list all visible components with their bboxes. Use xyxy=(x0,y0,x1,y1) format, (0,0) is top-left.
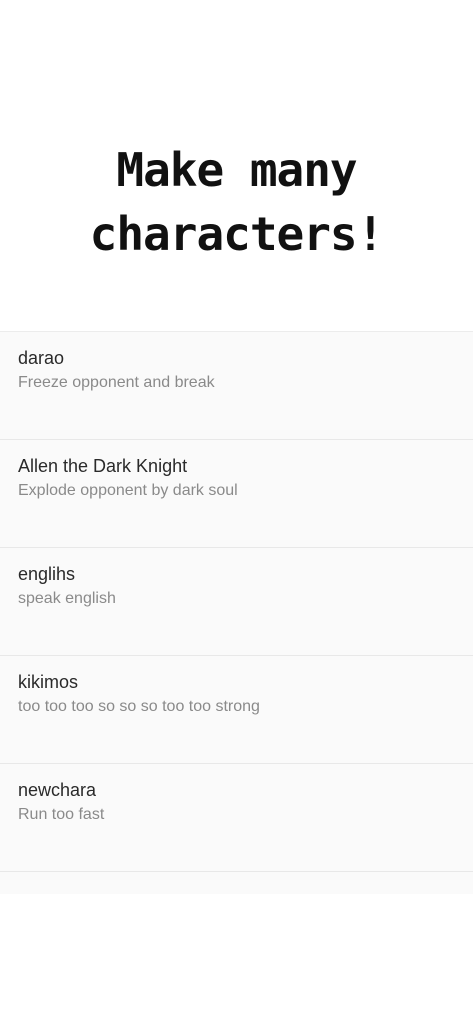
character-description: Explode opponent by dark soul xyxy=(18,482,238,499)
promo-headline: Make many characters! xyxy=(0,138,473,266)
character-row-darao[interactable]: darao Freeze opponent and break xyxy=(0,332,473,440)
character-description: Run too fast xyxy=(18,806,105,823)
character-name: newchara xyxy=(18,780,97,800)
character-row-partial[interactable]: ----- xyxy=(0,872,473,894)
character-name: kikimos xyxy=(18,672,79,692)
promo-line-1: Make many xyxy=(116,143,357,197)
character-name: ----- xyxy=(18,888,48,894)
character-description: speak english xyxy=(18,590,116,607)
character-row-englihs[interactable]: englihs speak english xyxy=(0,548,473,656)
character-description: too too too so so so too too strong xyxy=(18,698,260,715)
character-description: Freeze opponent and break xyxy=(18,374,215,391)
character-row-newchara[interactable]: newchara Run too fast xyxy=(0,764,473,872)
character-name: darao xyxy=(18,348,65,368)
character-name: Allen the Dark Knight xyxy=(18,456,188,476)
promo-line-2: characters! xyxy=(89,207,385,261)
character-row-kikimos[interactable]: kikimos too too too so so so too too str… xyxy=(0,656,473,764)
character-row-allen[interactable]: Allen the Dark Knight Explode opponent b… xyxy=(0,440,473,548)
character-list: darao Freeze opponent and break Allen th… xyxy=(0,331,473,894)
character-name: englihs xyxy=(18,564,76,584)
